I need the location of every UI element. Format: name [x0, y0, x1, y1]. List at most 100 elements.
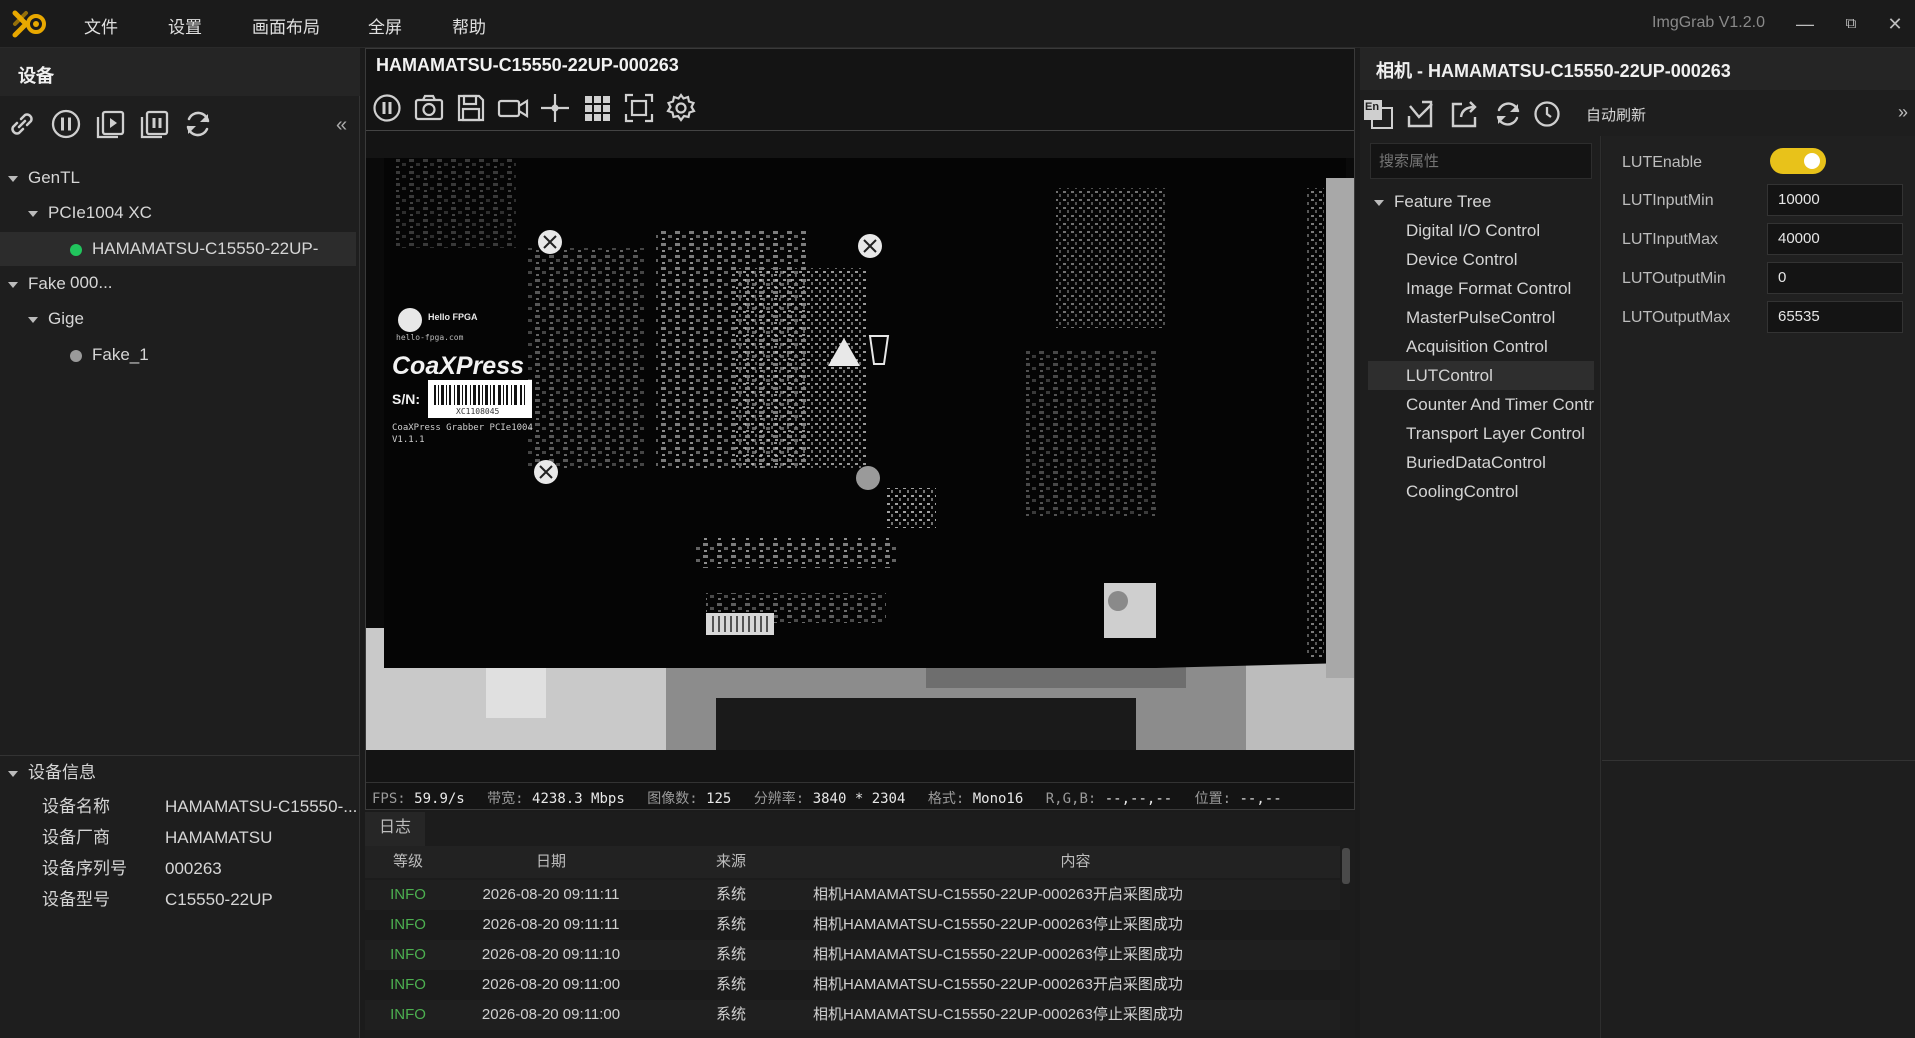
- menu-file[interactable]: 文件: [84, 13, 118, 38]
- export-icon[interactable]: [1448, 98, 1480, 130]
- info-row: 设备名称 HAMAMATSU-C15550-...: [0, 790, 358, 824]
- log-source: 系统: [715, 886, 746, 903]
- tree-node-camera[interactable]: HAMAMATSU-C15550-22UP-000...: [0, 232, 356, 292]
- tree-node-fake1[interactable]: Fake_1: [0, 338, 358, 372]
- device-panel-header: 设备: [0, 48, 360, 96]
- pause-icon[interactable]: [48, 106, 84, 142]
- log-row[interactable]: INFO 2026-08-20 09:11:00 系统 相机HAMAMATSU-…: [365, 1000, 1340, 1030]
- lutoutputmax-field[interactable]: 65535: [1767, 301, 1903, 333]
- feature-item[interactable]: Image Format Control: [1368, 274, 1594, 303]
- feature-item[interactable]: Acquisition Control: [1368, 332, 1594, 361]
- online-status-icon: [70, 243, 82, 256]
- log-content: 相机HAMAMATSU-C15550-22UP-000263停止采图成功: [813, 1006, 1183, 1023]
- lutinputmin-field[interactable]: 10000: [1767, 184, 1903, 216]
- column-date[interactable]: 日期: [451, 846, 651, 878]
- viewer-title: HAMAMATSU-C15550-22UP-000263: [376, 55, 679, 75]
- refresh-icon[interactable]: [1492, 98, 1524, 130]
- caret-down-icon: [1374, 199, 1384, 206]
- grid-icon[interactable]: [580, 91, 614, 125]
- log-date: 2026-08-20 09:11:00: [481, 1006, 621, 1023]
- tree-node-pcie[interactable]: PCIe1004 XC: [0, 196, 358, 230]
- lutoutputmin-field[interactable]: 0: [1767, 262, 1903, 294]
- tree-node-fake[interactable]: Fake: [0, 267, 358, 301]
- caret-down-icon: [28, 210, 38, 217]
- refresh-icon[interactable]: [180, 106, 216, 142]
- link-icon[interactable]: [4, 106, 40, 142]
- expand-panel-button[interactable]: »: [1898, 102, 1908, 123]
- info-value: 000263: [165, 859, 222, 878]
- feature-item[interactable]: CoolingControl: [1368, 477, 1594, 506]
- menu-settings[interactable]: 设置: [168, 13, 202, 38]
- section-title: 设备信息: [28, 763, 96, 782]
- auto-refresh-label[interactable]: 自动刷新: [1586, 104, 1646, 125]
- log-tab[interactable]: 日志: [365, 812, 425, 846]
- properties-toolbar: En 自动刷新 »: [1360, 94, 1915, 134]
- log-date: 2026-08-20 09:11:11: [482, 916, 620, 933]
- collapse-panel-button[interactable]: «: [336, 114, 347, 137]
- log-row[interactable]: INFO 2026-08-20 09:11:00 系统 相机HAMAMATSU-…: [365, 970, 1340, 1000]
- divider: [366, 130, 1354, 131]
- feature-item[interactable]: Counter And Timer Control: [1368, 390, 1594, 419]
- pcb-photo: Hello FPGA hello-fpga.com CoaXPress S/N:…: [366, 158, 1354, 750]
- menu-help[interactable]: 帮助: [452, 13, 486, 38]
- fps-value: 59.9/s: [414, 791, 465, 807]
- prop-label-lutinputmax: LUTInputMax: [1622, 231, 1719, 248]
- column-source[interactable]: 来源: [651, 846, 811, 878]
- log-row[interactable]: INFO 2026-08-20 09:11:11 系统 相机HAMAMATSU-…: [365, 880, 1340, 910]
- column-content[interactable]: 内容: [811, 846, 1340, 878]
- board-name-text: CoaXPress Grabber PCIe1004: [392, 423, 533, 433]
- minimize-button[interactable]: —: [1790, 10, 1820, 38]
- settings-icon[interactable]: [664, 91, 698, 125]
- log-level: INFO: [390, 1006, 426, 1023]
- board-version-text: V1.1.1: [392, 435, 425, 445]
- lutenable-toggle[interactable]: [1770, 148, 1826, 174]
- record-icon[interactable]: [496, 91, 530, 125]
- pause-all-icon[interactable]: [136, 106, 172, 142]
- restore-button[interactable]: ⧉: [1836, 10, 1866, 38]
- tree-label: Feature Tree: [1394, 192, 1492, 211]
- snapshot-icon[interactable]: [412, 91, 446, 125]
- format-label: 格式:: [927, 791, 965, 807]
- device-info-header[interactable]: 设备信息: [0, 756, 358, 790]
- lutinputmax-field[interactable]: 40000: [1767, 223, 1903, 255]
- tree-node-gige[interactable]: Gige: [0, 302, 358, 336]
- prop-label-lutenable: LUTEnable: [1622, 154, 1703, 171]
- camera-image[interactable]: Hello FPGA hello-fpga.com CoaXPress S/N:…: [366, 158, 1354, 750]
- save-icon[interactable]: [454, 91, 488, 125]
- fit-screen-icon[interactable]: [622, 91, 656, 125]
- feature-item-selected[interactable]: LUTControl: [1368, 361, 1594, 390]
- search-input[interactable]: [1371, 144, 1591, 178]
- feature-item[interactable]: Device Control: [1368, 245, 1594, 274]
- caret-down-icon: [28, 316, 38, 323]
- log-content: 相机HAMAMATSU-C15550-22UP-000263停止采图成功: [813, 946, 1183, 963]
- close-button[interactable]: ✕: [1880, 10, 1910, 38]
- column-level[interactable]: 等级: [365, 846, 451, 878]
- feature-item[interactable]: Digital I/O Control: [1368, 216, 1594, 245]
- tree-label: Fake: [28, 274, 66, 293]
- log-row[interactable]: INFO 2026-08-20 09:11:10 系统 相机HAMAMATSU-…: [365, 940, 1340, 970]
- feature-tree-root[interactable]: Feature Tree: [1374, 187, 1594, 216]
- log-row[interactable]: INFO 2026-08-20 09:11:11 系统 相机HAMAMATSU-…: [365, 910, 1340, 940]
- menu-fullscreen[interactable]: 全屏: [368, 13, 402, 38]
- tree-node-gentl[interactable]: GenTL: [0, 161, 358, 195]
- pause-icon[interactable]: [370, 91, 404, 125]
- language-icon[interactable]: En: [1362, 98, 1394, 130]
- site-text: hello-fpga.com: [396, 333, 464, 342]
- feature-item[interactable]: BuriedDataControl: [1368, 448, 1594, 477]
- feature-item[interactable]: MasterPulseControl: [1368, 303, 1594, 332]
- log-source: 系统: [715, 1006, 746, 1023]
- fps-label: FPS:: [372, 791, 406, 807]
- log-date: 2026-08-20 09:11:00: [481, 976, 621, 993]
- info-row: 设备厂商 HAMAMATSU: [0, 821, 358, 855]
- tree-label: Fake_1: [92, 345, 149, 364]
- clock-icon[interactable]: [1532, 99, 1562, 129]
- play-all-icon[interactable]: [92, 106, 128, 142]
- menu-layout[interactable]: 画面布局: [252, 13, 320, 38]
- log-level: INFO: [390, 946, 426, 963]
- language-glyph: En: [1365, 101, 1380, 113]
- toggle-knob: [1804, 153, 1820, 169]
- import-icon[interactable]: [1404, 98, 1436, 130]
- feature-item[interactable]: Transport Layer Control: [1368, 419, 1594, 448]
- crosshair-icon[interactable]: [538, 91, 572, 125]
- log-scrollbar[interactable]: [1342, 848, 1350, 884]
